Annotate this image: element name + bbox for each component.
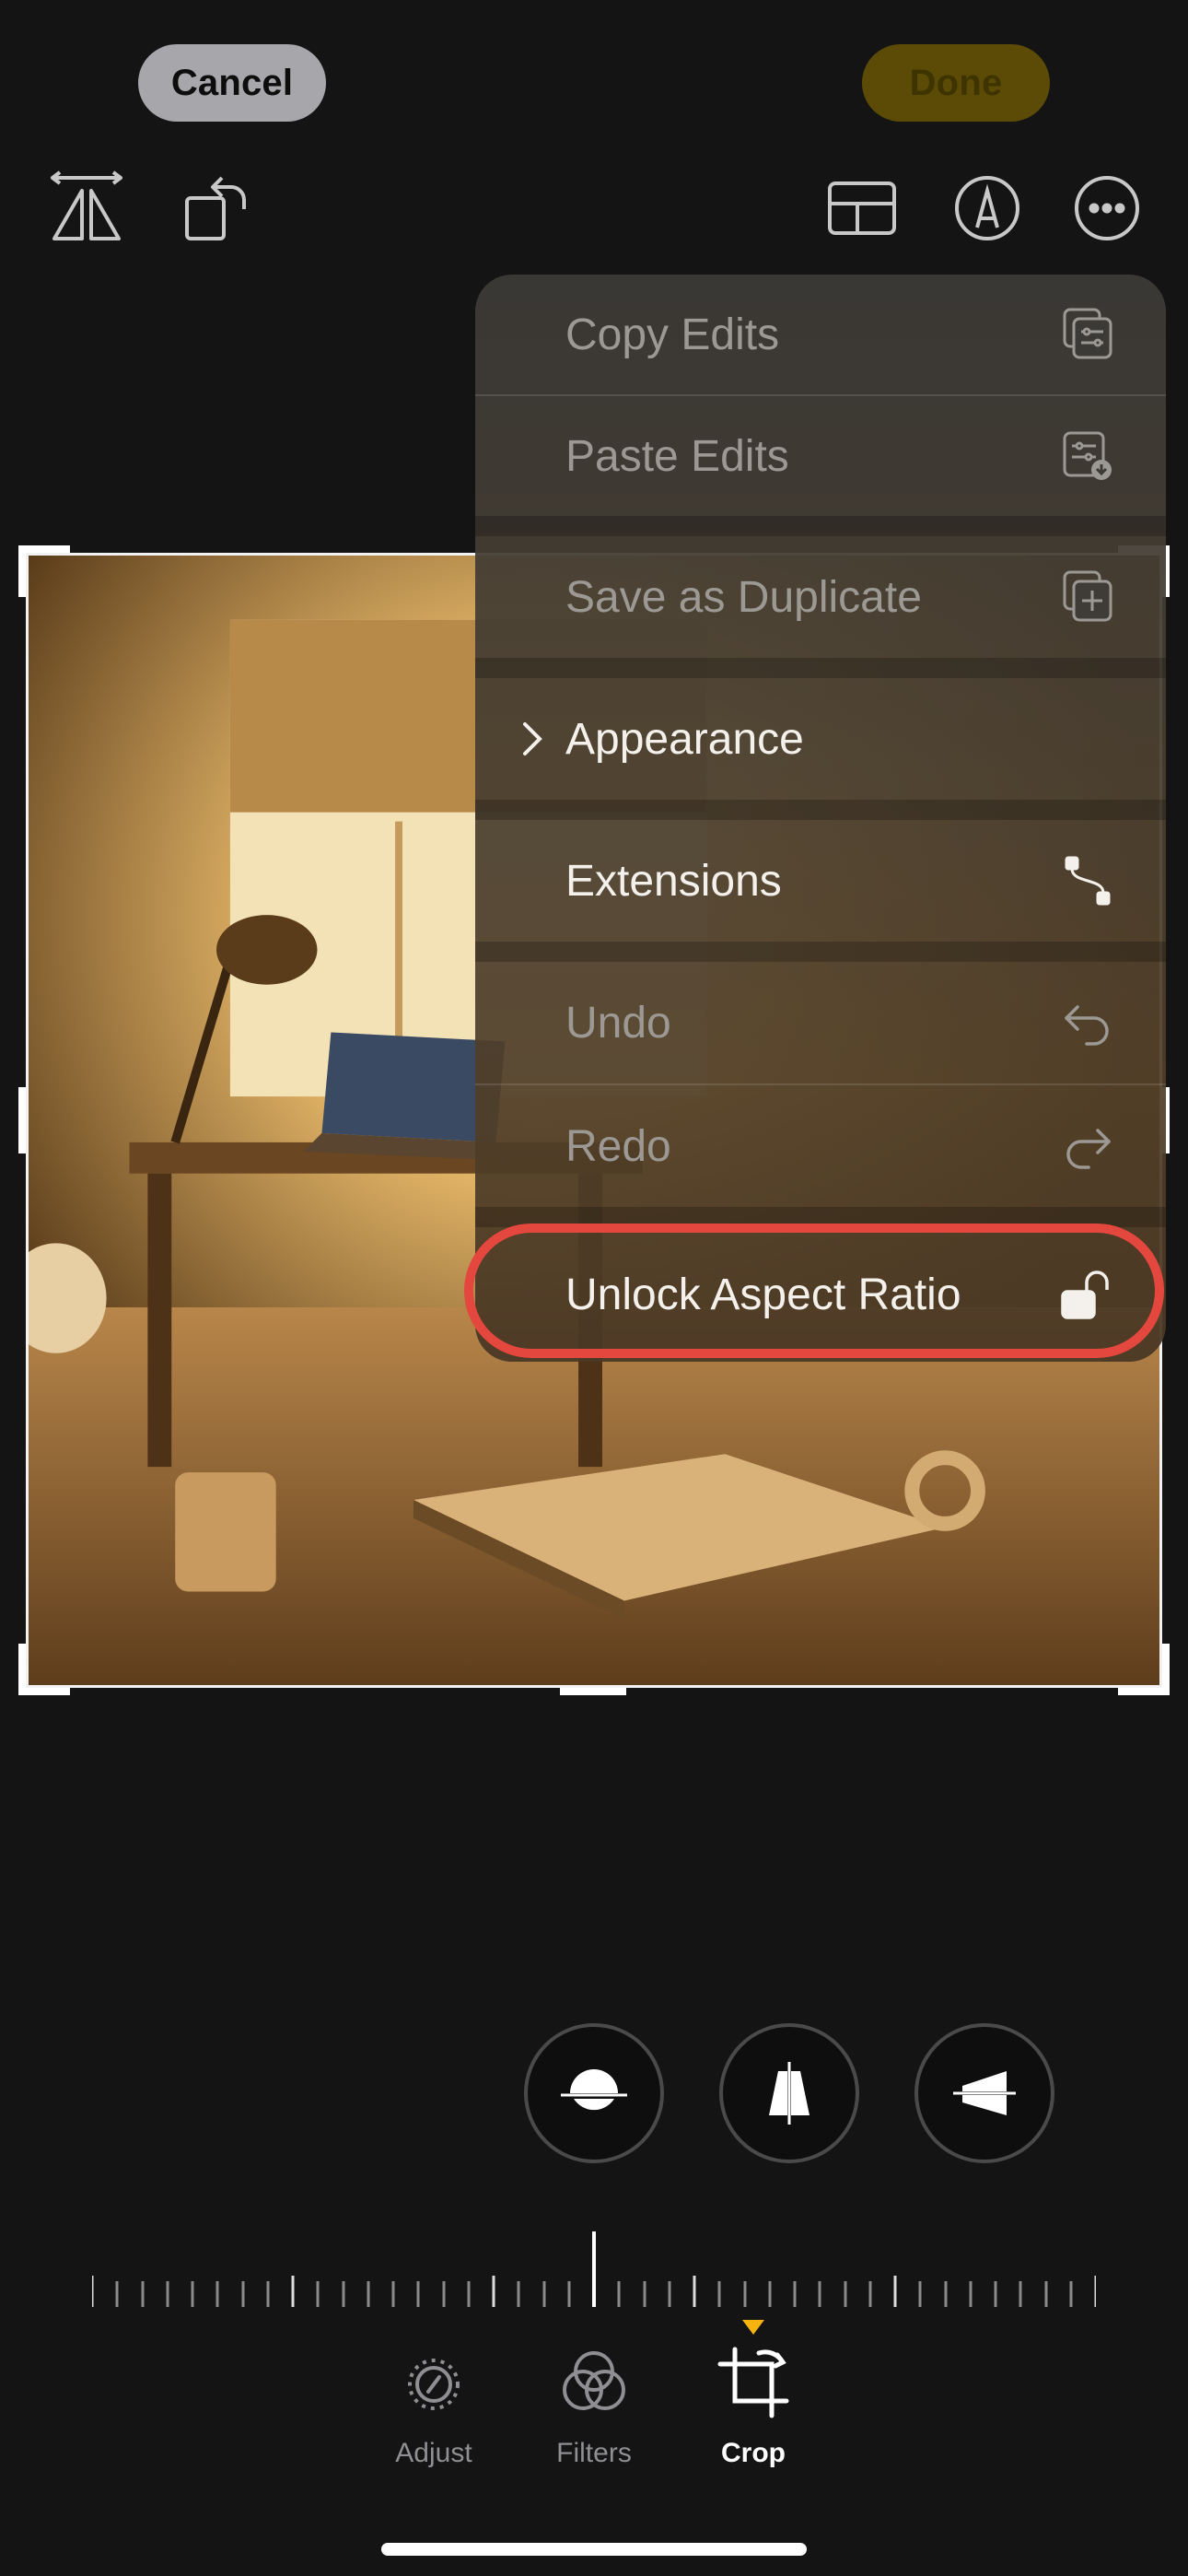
- menu-item-copy-edits[interactable]: Copy Edits: [475, 275, 1166, 394]
- menu-item-label: Paste Edits: [565, 431, 789, 481]
- menu-item-label: Redo: [565, 1121, 671, 1171]
- menu-item-appearance[interactable]: Appearance: [475, 678, 1166, 800]
- filters-icon: [563, 2351, 625, 2410]
- tab-filters[interactable]: Filters: [516, 2340, 672, 2469]
- menu-item-label: Copy Edits: [565, 310, 780, 359]
- more-menu: Copy Edits Paste Edits Save as Duplicate…: [475, 275, 1166, 1362]
- straighten-tool[interactable]: [524, 2023, 664, 2163]
- adjust-icon: [408, 2359, 460, 2410]
- tab-label: Adjust: [395, 2438, 472, 2468]
- menu-group-separator: [475, 800, 1166, 820]
- paste-edits-icon: [1059, 427, 1116, 485]
- tab-adjust[interactable]: Adjust: [355, 2340, 512, 2469]
- undo-icon: [1059, 994, 1116, 1051]
- tab-crop[interactable]: Crop: [675, 2340, 832, 2469]
- tab-label: Filters: [556, 2438, 632, 2468]
- duplicate-icon: [1059, 568, 1116, 626]
- menu-item-undo[interactable]: Undo: [475, 962, 1166, 1083]
- menu-group-separator: [475, 658, 1166, 678]
- vertical-perspective-icon: [769, 2062, 809, 2125]
- menu-item-redo[interactable]: Redo: [475, 1085, 1166, 1207]
- menu-item-label: Appearance: [565, 714, 804, 764]
- straighten-icon: [561, 2069, 627, 2111]
- menu-item-label: Save as Duplicate: [565, 572, 922, 622]
- aspect-ratio-icon[interactable]: [818, 164, 906, 252]
- chevron-right-icon: [516, 719, 549, 759]
- crop-corner-bottom-left[interactable]: [18, 1644, 70, 1695]
- done-button[interactable]: Done: [862, 44, 1050, 122]
- extensions-icon: [1059, 852, 1116, 909]
- menu-group-separator: [475, 942, 1166, 962]
- menu-group-separator: [475, 516, 1166, 536]
- home-indicator: [381, 2543, 807, 2556]
- copy-edits-icon: [1059, 306, 1116, 363]
- crop-corner-bottom-right[interactable]: [1118, 1644, 1170, 1695]
- crop-edge-left[interactable]: [18, 1087, 26, 1153]
- menu-item-paste-edits[interactable]: Paste Edits: [475, 396, 1166, 516]
- rotate-icon[interactable]: [171, 164, 260, 252]
- crop-corner-top-left[interactable]: [18, 545, 70, 597]
- menu-item-save-duplicate[interactable]: Save as Duplicate: [475, 536, 1166, 658]
- menu-item-label: Extensions: [565, 856, 782, 906]
- more-icon[interactable]: [1063, 164, 1151, 252]
- flip-horizontal-icon[interactable]: [42, 164, 131, 252]
- photo-editor-screen: Cancel Done Copy Edits Paste Edits Save …: [0, 0, 1188, 2576]
- menu-item-extensions[interactable]: Extensions: [475, 820, 1166, 942]
- redo-icon: [1059, 1118, 1116, 1175]
- tab-label: Crop: [721, 2438, 786, 2468]
- crop-edge-bottom[interactable]: [560, 1688, 626, 1695]
- horizontal-perspective-icon: [953, 2071, 1016, 2115]
- vertical-perspective-tool[interactable]: [719, 2023, 859, 2163]
- cancel-button[interactable]: Cancel: [138, 44, 326, 122]
- crop-icon: [717, 2347, 789, 2418]
- menu-item-label: Undo: [565, 998, 671, 1048]
- markup-icon[interactable]: [943, 164, 1031, 252]
- horizontal-perspective-tool[interactable]: [914, 2023, 1054, 2163]
- active-tab-indicator: [742, 2320, 764, 2335]
- highlight-annotation: [464, 1224, 1164, 1358]
- rotation-dial[interactable]: [90, 2230, 1098, 2331]
